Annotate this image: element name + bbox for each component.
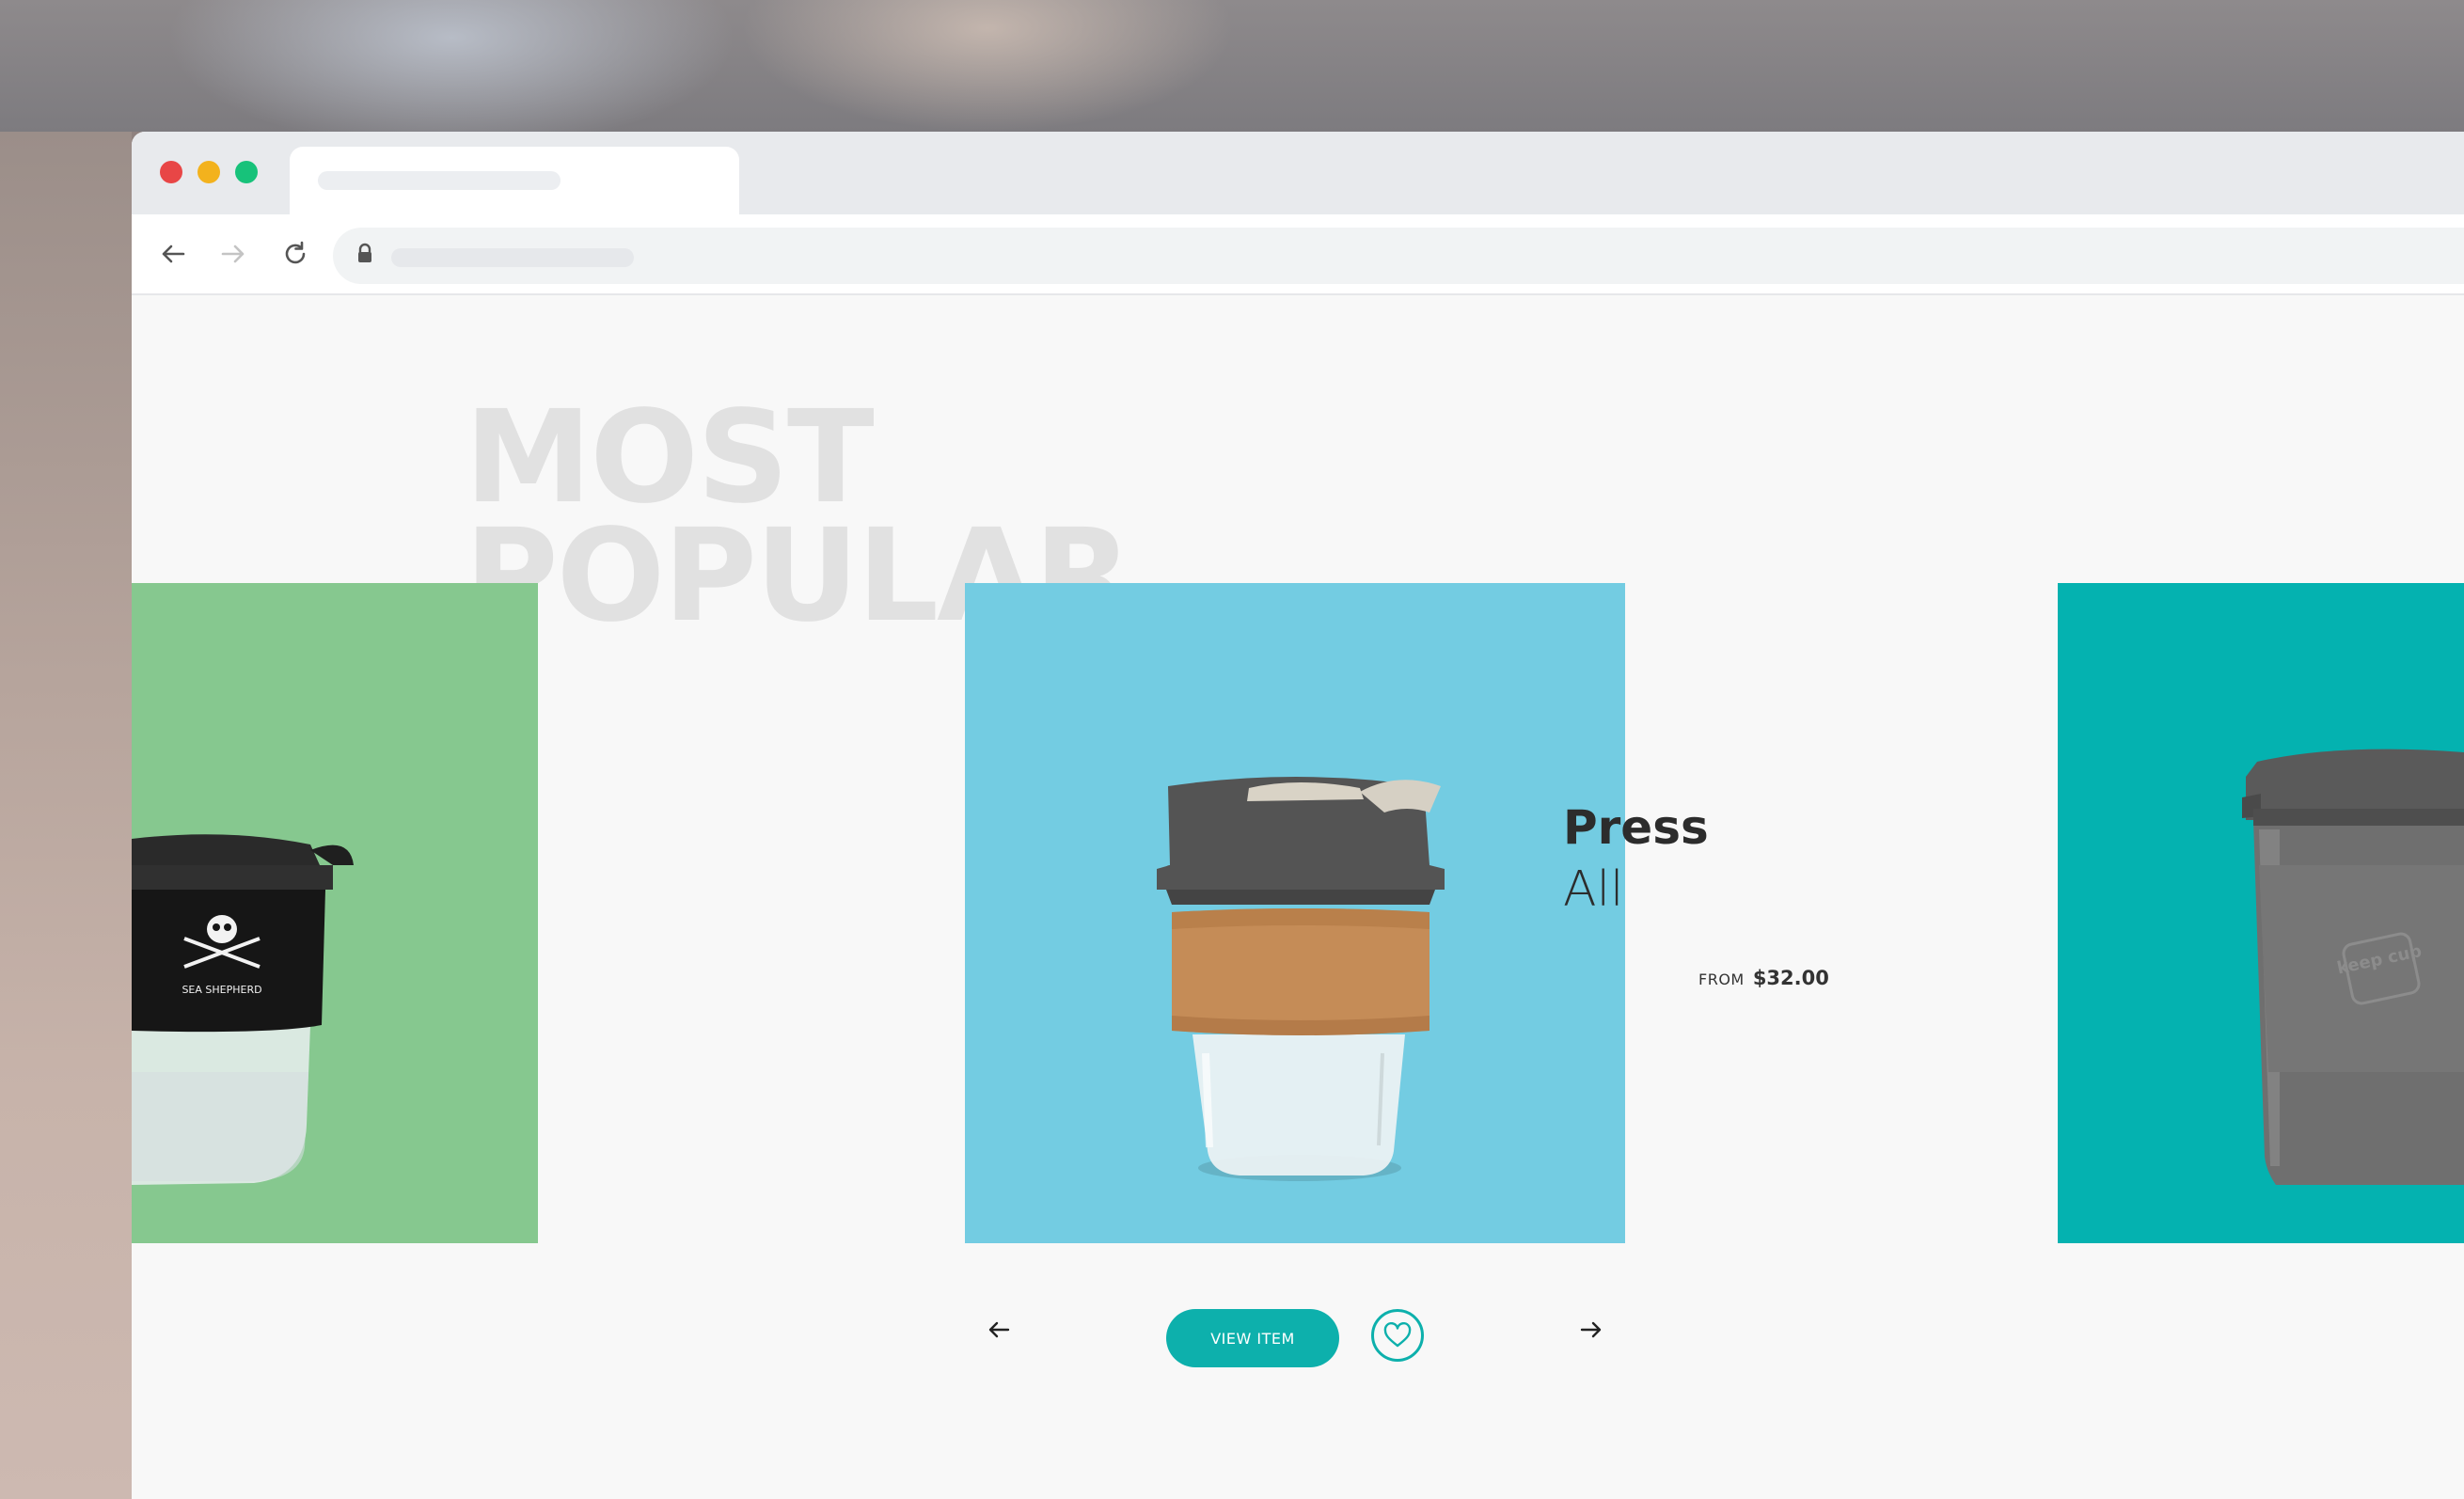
- tab-bar: [132, 132, 2464, 214]
- desktop-background-top: [0, 0, 2464, 132]
- product-subtitle: All: [1563, 861, 1624, 918]
- maximize-window-button[interactable]: [235, 161, 258, 183]
- minimize-window-button[interactable]: [197, 161, 220, 183]
- active-tab[interactable]: [290, 147, 739, 214]
- product-price: FROM $32.00: [1698, 967, 1829, 989]
- product-image-glass-cup-black: SEA SHEPHERD: [132, 834, 354, 1185]
- address-bar[interactable]: [333, 228, 2464, 284]
- arrow-left-icon: [988, 1321, 1010, 1338]
- browser-window: MOST POPULAR SEA SHEPHERD keep cup Press…: [132, 132, 2464, 1499]
- page-content: MOST POPULAR SEA SHEPHERD keep cup Press…: [132, 295, 2464, 1499]
- tab-title-placeholder: [318, 171, 561, 190]
- previous-product-button[interactable]: [976, 1307, 1021, 1352]
- next-product-button[interactable]: [1569, 1307, 1614, 1352]
- arrow-right-icon: [1580, 1321, 1602, 1338]
- url-placeholder: [391, 248, 634, 267]
- cup-print-text: SEA SHEPHERD: [182, 984, 261, 996]
- price-prefix: FROM: [1698, 970, 1745, 988]
- section-title-line-1: MOST: [465, 384, 875, 532]
- favorite-button[interactable]: [1371, 1309, 1424, 1362]
- close-window-button[interactable]: [160, 161, 182, 183]
- product-image-press-cup: [1157, 777, 1445, 1181]
- back-arrow-icon: [162, 245, 185, 263]
- reload-button[interactable]: [275, 233, 316, 275]
- product-card-previous[interactable]: SEA SHEPHERD: [132, 583, 538, 1243]
- product-image-steel-cup: keep cup: [2242, 749, 2464, 1185]
- forward-button[interactable]: [213, 233, 254, 275]
- desktop-background-left: [0, 132, 132, 1499]
- forward-arrow-icon: [221, 245, 245, 263]
- lock-icon: [358, 243, 371, 262]
- browser-toolbar: [132, 214, 2464, 295]
- back-button[interactable]: [152, 233, 194, 275]
- product-name: Press: [1563, 800, 1709, 855]
- price-value: $32.00: [1752, 967, 1829, 989]
- product-card-next[interactable]: keep cup: [2058, 583, 2464, 1243]
- reload-icon: [285, 241, 306, 264]
- heart-icon: [1383, 1322, 1412, 1348]
- product-card-current[interactable]: [965, 583, 1625, 1243]
- view-item-button[interactable]: VIEW ITEM: [1166, 1309, 1339, 1367]
